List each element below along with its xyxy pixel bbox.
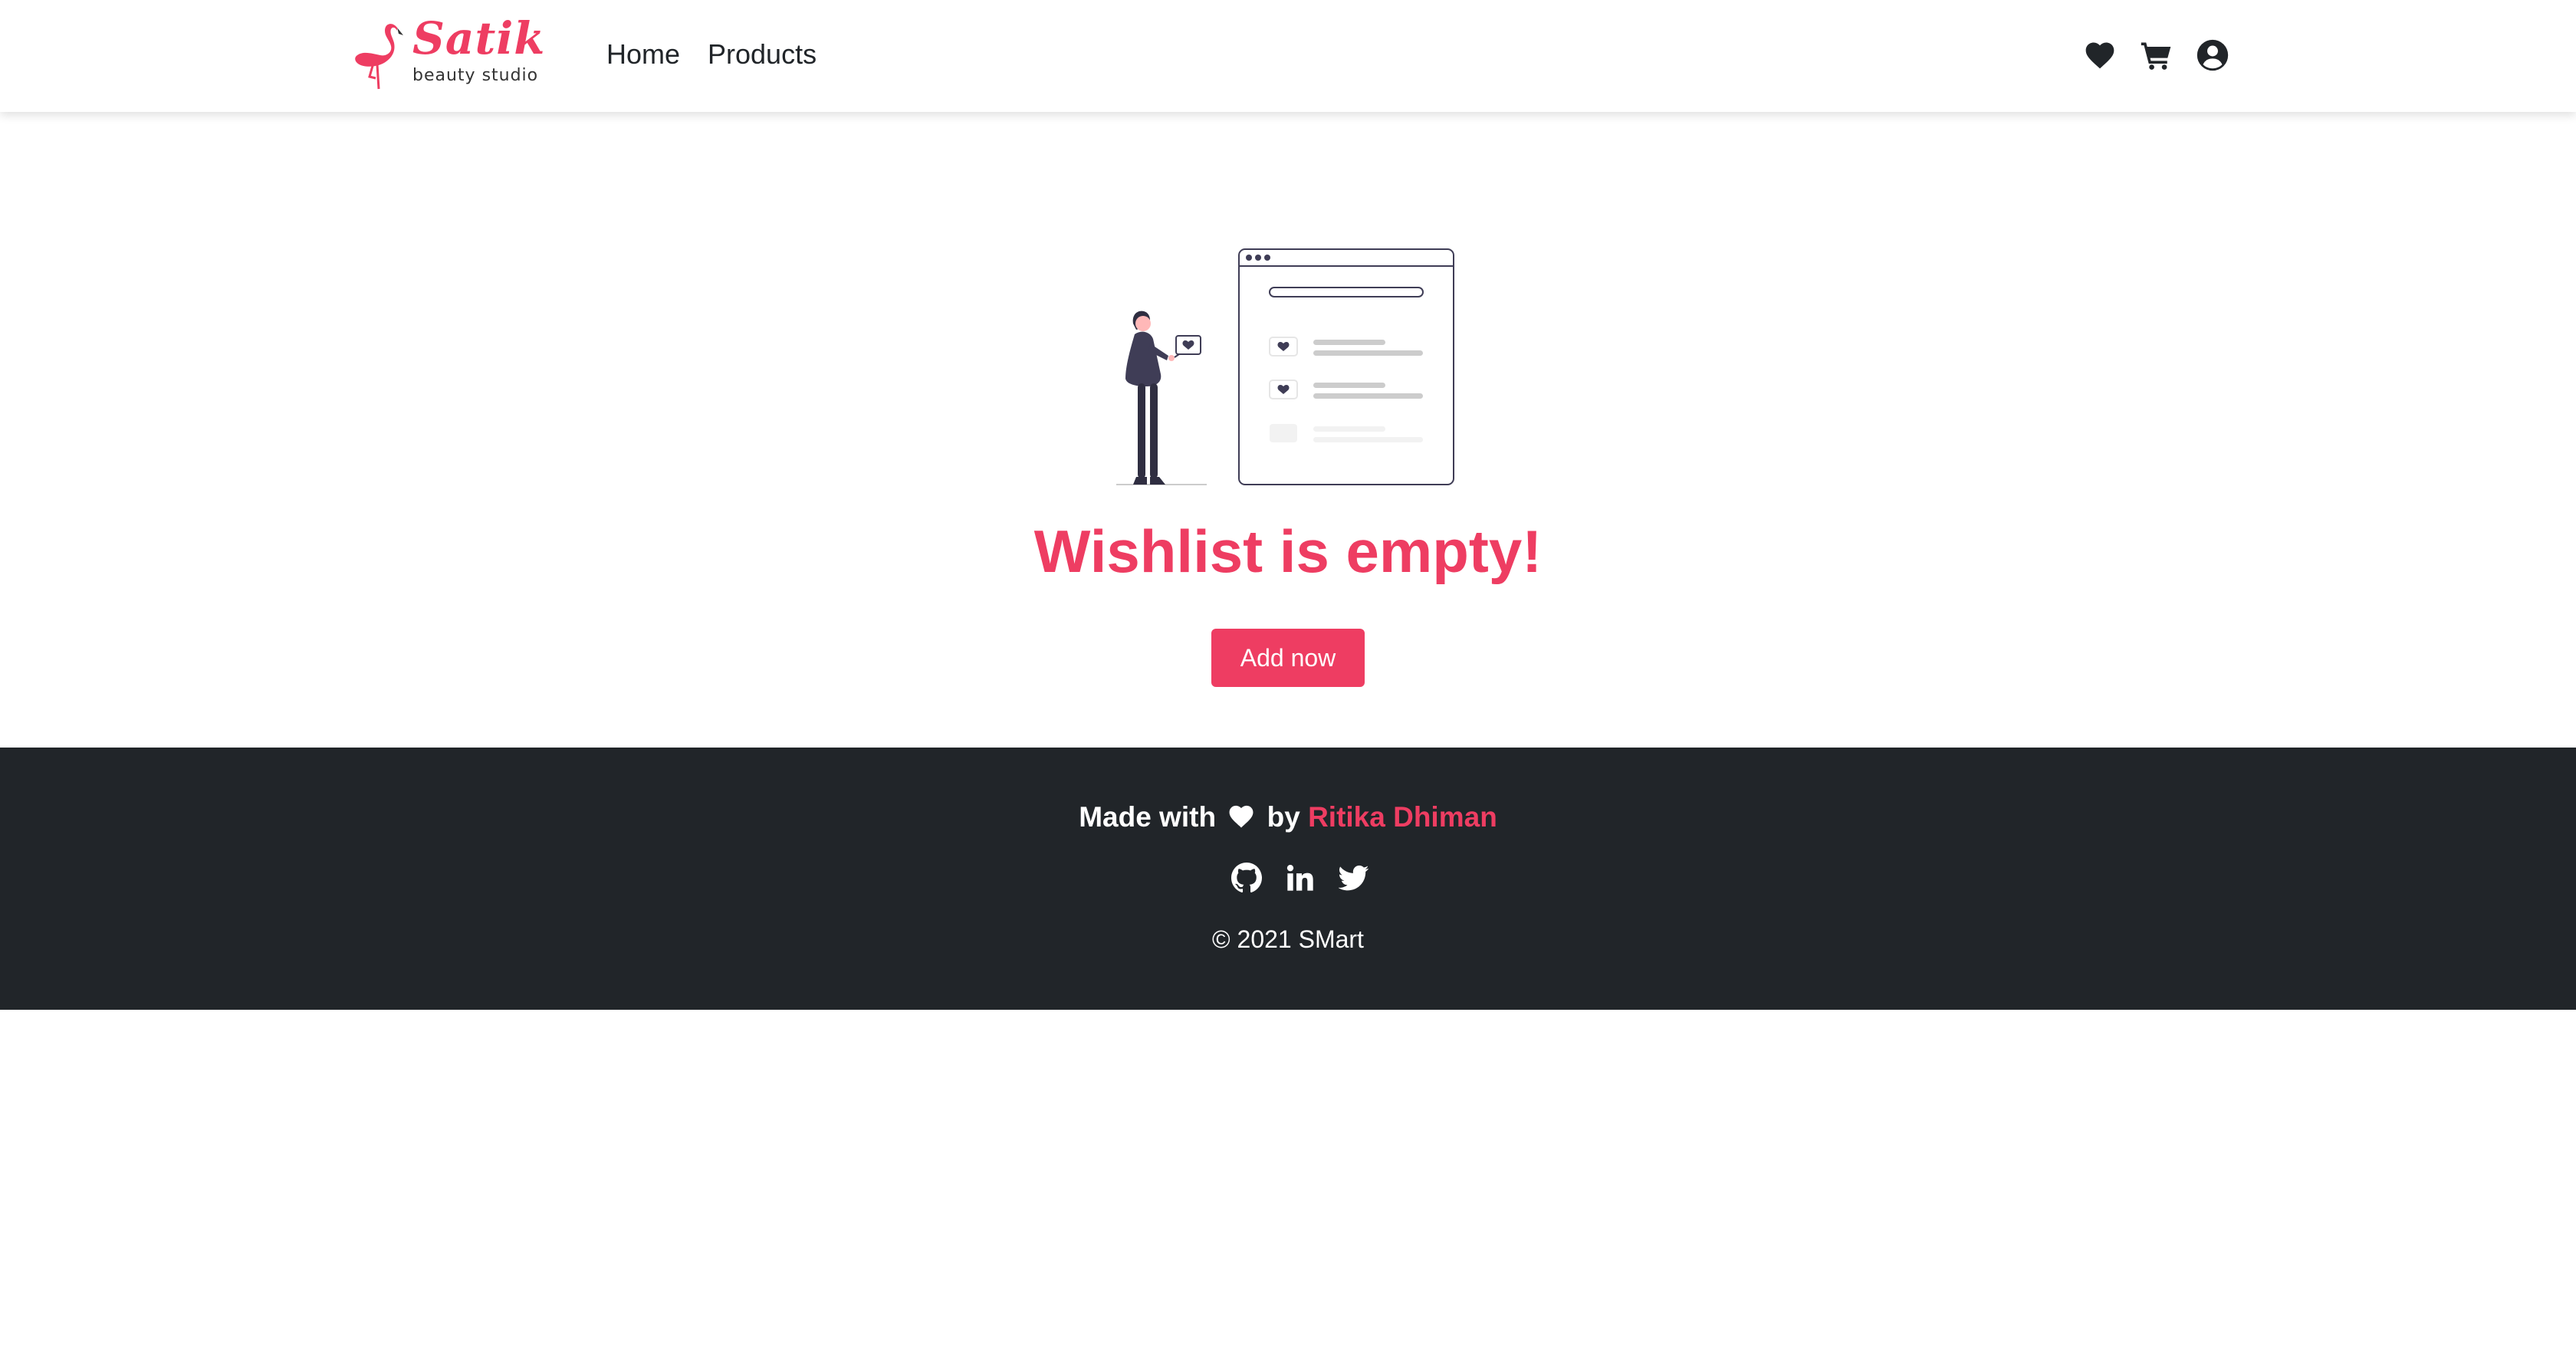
empty-wishlist-illustration (1116, 248, 1454, 485)
github-icon[interactable] (1231, 863, 1262, 893)
made-with-text: Made with (1079, 801, 1217, 833)
by-text: by (1267, 801, 1300, 833)
heart-icon (1229, 805, 1254, 828)
author-link[interactable]: Ritika Dhiman (1308, 801, 1497, 833)
linkedin-icon[interactable] (1285, 863, 1316, 893)
brand-logo[interactable]: Satik beauty studio (350, 12, 544, 90)
social-links (1231, 863, 1369, 896)
footer: Made with by Ritika Dhiman © 2021 SMart (0, 748, 2576, 1010)
brand-tagline: beauty studio (412, 66, 539, 85)
copyright-text: © 2021 SMart (1212, 925, 1364, 953)
brand-name: Satik (412, 12, 546, 64)
twitter-icon[interactable] (1339, 863, 1369, 893)
flamingo-logo-icon (355, 24, 403, 90)
user-account-icon[interactable] (2196, 38, 2229, 72)
empty-wishlist-title: Wishlist is empty! (1033, 518, 1543, 585)
navbar: Satik beauty studio Home Products (0, 0, 2576, 112)
add-now-button[interactable]: Add now (1211, 629, 1365, 687)
wishlist-heart-icon[interactable] (2083, 38, 2117, 72)
cart-icon[interactable] (2140, 38, 2174, 72)
footer-credit: Made with by Ritika Dhiman (0, 801, 2576, 833)
nav-link-home[interactable]: Home (606, 38, 680, 71)
nav-link-products[interactable]: Products (708, 38, 816, 71)
